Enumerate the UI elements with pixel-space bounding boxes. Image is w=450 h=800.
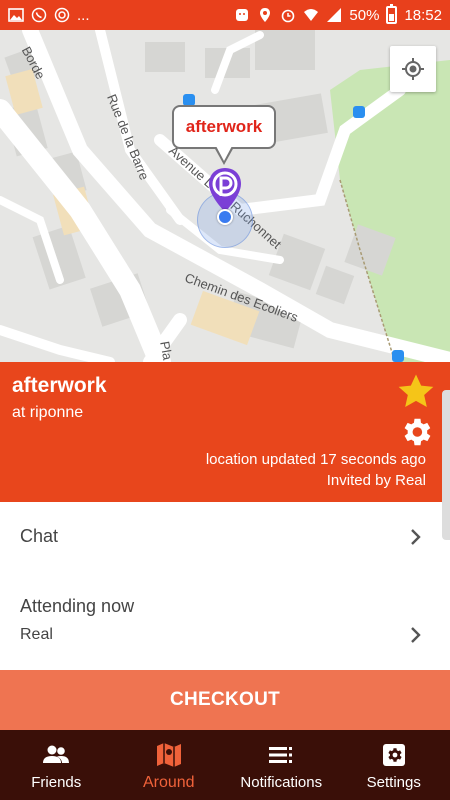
status-time: 18:52	[404, 6, 442, 24]
place-marker-icon[interactable]	[206, 166, 244, 214]
my-location-dot	[217, 209, 233, 225]
chevron-right-icon	[411, 529, 421, 545]
battery-level	[389, 14, 395, 21]
nav-settings[interactable]: Settings	[338, 730, 450, 800]
crosshair-icon	[402, 58, 424, 80]
gear-icon[interactable]	[398, 414, 434, 450]
status-right: 50% 18:52	[234, 4, 442, 24]
nav-notifications[interactable]: Notifications	[225, 730, 338, 800]
nav-around[interactable]: Around	[113, 730, 226, 800]
marker-label-bubble[interactable]: afterwork	[172, 105, 276, 149]
gear-icon	[379, 740, 409, 770]
status-bar: ... 50% 18:52	[0, 0, 450, 30]
street-label: Pla	[157, 340, 176, 362]
attending-row[interactable]: Attending now Real	[0, 572, 450, 670]
chat-label: Chat	[20, 526, 59, 546]
invited-by-text: Invited by Real	[326, 472, 426, 489]
bus-stop-icon	[353, 106, 365, 118]
list-icon	[266, 740, 296, 770]
nav-friends[interactable]: Friends	[0, 730, 113, 800]
marker-bubble-tail-inner	[216, 146, 232, 161]
place-info-panel: afterwork at riponne location updated 17…	[0, 362, 450, 502]
locate-me-button[interactable]	[390, 46, 436, 92]
bottom-navigation: Friends Around Notifications Settings	[0, 730, 450, 800]
wifi-icon	[303, 8, 319, 22]
map-view[interactable]: Borde Rue de la Barre Avenue Louis-Rucho…	[0, 30, 450, 362]
status-left: ...	[8, 7, 90, 24]
signal-icon	[326, 8, 342, 22]
battery-percent: 50%	[349, 6, 380, 24]
friends-icon	[41, 740, 71, 770]
chevron-right-icon	[411, 627, 421, 643]
whatsapp-icon	[31, 7, 47, 23]
bus-stop-icon	[392, 350, 404, 362]
edge-panel-handle[interactable]	[442, 390, 450, 540]
chat-row[interactable]: Chat	[0, 502, 450, 572]
face-icon	[234, 8, 250, 22]
nav-label: Settings	[366, 774, 421, 791]
attending-label: Attending now	[20, 596, 135, 616]
battery-icon	[386, 4, 398, 24]
place-subtitle: at riponne	[12, 404, 84, 421]
map-icon	[154, 740, 184, 770]
place-title: afterwork	[12, 374, 107, 397]
location-updated-text: location updated 17 seconds ago	[205, 451, 426, 468]
status-ellipsis: ...	[77, 6, 90, 24]
nav-label: Notifications	[240, 774, 323, 791]
attending-names: Real	[20, 626, 53, 643]
nav-label: Around	[142, 774, 195, 791]
nav-label: Friends	[31, 774, 82, 791]
checkout-button[interactable]: CHECKOUT	[0, 670, 450, 730]
location-icon	[257, 8, 273, 22]
app-icon	[54, 7, 70, 23]
star-icon[interactable]	[396, 372, 436, 412]
alarm-icon	[280, 8, 296, 23]
image-icon	[8, 8, 24, 22]
